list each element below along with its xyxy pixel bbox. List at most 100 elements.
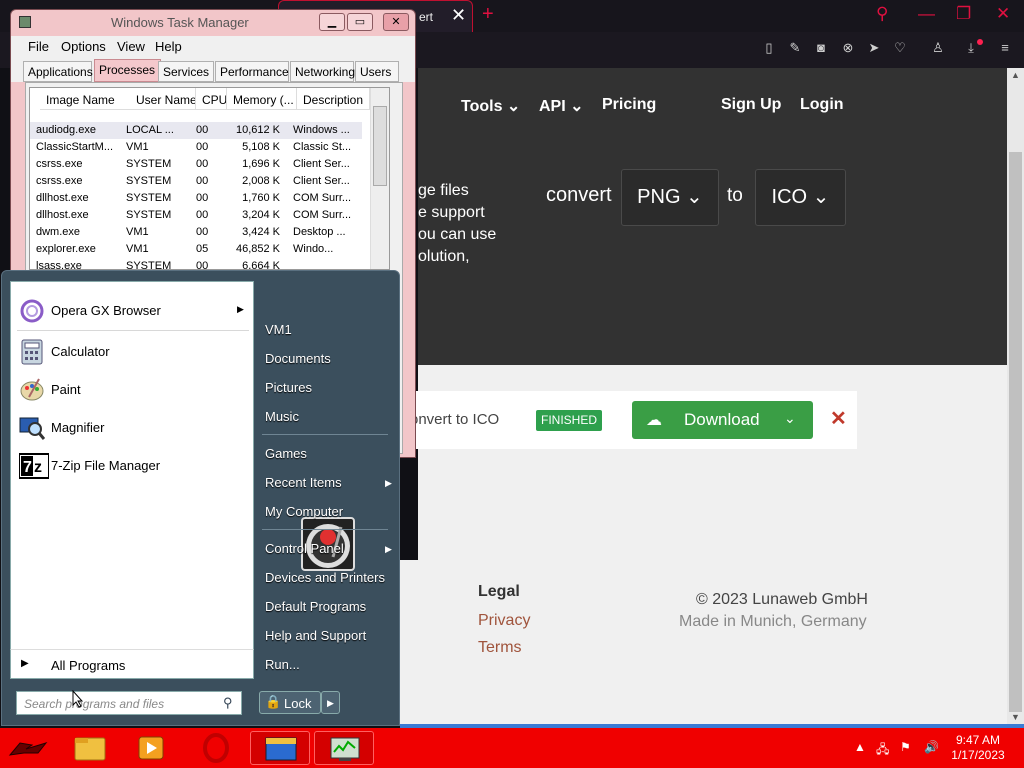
program-7zip[interactable]: 7z 7-Zip File Manager [11,449,253,483]
search-icon[interactable]: ⚲ [876,4,888,24]
table-row[interactable]: dllhost.exe SYSTEM 00 1,760 K COM Surr... [30,190,362,207]
separator [262,434,388,435]
menu-file[interactable]: File [28,39,49,54]
download-button[interactable]: ☁ Download ⌄ [632,401,813,439]
account-icon[interactable]: ♙ [930,40,946,56]
col-image-name[interactable]: Image Name [40,88,132,110]
taskbar-opera-gx[interactable] [186,731,246,765]
reader-icon[interactable]: ▯ [761,40,777,56]
right-item-default-programs[interactable]: Default Programs [265,599,366,614]
menu-icon[interactable]: ≡ [997,40,1013,56]
taskbar-explorer[interactable] [60,731,120,765]
program-opera-gx[interactable]: Opera GX Browser ▶ [11,294,253,328]
footer-link-privacy[interactable]: Privacy [478,612,530,630]
nav-pricing[interactable]: Pricing [602,96,656,114]
menu-view[interactable]: View [117,39,145,54]
tab-processes[interactable]: Processes [94,59,161,82]
close-button[interactable]: ✕ [383,13,409,31]
tab-networking[interactable]: Networking [290,61,355,82]
right-item-devices[interactable]: Devices and Printers [265,570,385,585]
camera-icon[interactable]: ◙ [813,40,829,56]
right-item-recent[interactable]: Recent Items [265,475,342,490]
table-cell: SYSTEM [126,192,172,204]
block-icon[interactable]: ⊗ [840,40,856,56]
chevron-down-icon[interactable]: ⌄ [784,410,796,427]
right-item-help[interactable]: Help and Support [265,628,366,643]
page-scrollbar[interactable]: ▲ ▼ [1007,68,1024,724]
table-row[interactable]: ClassicStartM... VM1 00 5,108 K Classic St..… [30,139,362,156]
taskbar-file-manager[interactable] [250,731,310,765]
right-item-control-panel[interactable]: Control Panel [265,541,344,556]
tab-services[interactable]: Services [158,61,214,82]
lock-button[interactable]: 🔒 Lock [259,691,321,714]
right-item-documents[interactable]: Documents [265,351,331,366]
footer-link-terms[interactable]: Terms [478,639,522,657]
program-magnifier[interactable]: Magnifier [11,411,253,445]
table-row[interactable]: lsass.exe SYSTEM 00 6,664 K [30,258,362,269]
send-icon[interactable]: ➤ [866,40,882,56]
show-hidden-icons[interactable]: ▲ [854,740,866,754]
network-icon[interactable]: 🖧 [876,740,889,761]
col-memory[interactable]: Memory (... [227,88,297,110]
table-row[interactable]: dllhost.exe SYSTEM 00 3,204 K COM Surr... [30,207,362,224]
search-icon[interactable]: ⚲ [223,695,233,711]
maximize-button[interactable]: ▭ [347,13,373,31]
scroll-up-icon[interactable]: ▲ [1011,70,1020,80]
all-programs[interactable]: ▶ All Programs [10,649,254,679]
right-item-computer[interactable]: My Computer [265,504,343,519]
volume-icon[interactable]: 🔊 [924,740,939,754]
edit-icon[interactable]: ✎ [787,40,803,56]
nav-login[interactable]: Login [800,96,844,114]
menu-options[interactable]: Options [61,39,106,54]
scroll-down-icon[interactable]: ▼ [1011,712,1020,722]
search-input[interactable]: Search programs and files ⚲ [16,691,242,715]
program-calculator[interactable]: Calculator [11,335,253,369]
from-format-select[interactable]: PNG ⌄ [621,169,719,226]
table-row[interactable]: dwm.exe VM1 00 3,424 K Desktop ... [30,224,362,241]
close-tab-icon[interactable]: ✕ [451,5,466,26]
to-format-select[interactable]: ICO ⌄ [755,169,846,226]
close-window-icon[interactable]: ✕ [996,4,1010,24]
right-item-run[interactable]: Run... [265,657,300,672]
heart-icon[interactable]: ♡ [892,40,908,56]
process-list-scrollbar[interactable] [370,88,389,269]
right-item-pictures[interactable]: Pictures [265,380,312,395]
table-cell: explorer.exe [36,243,96,255]
col-user-name[interactable]: User Name [130,88,196,110]
nav-tools[interactable]: Tools ⌄ [461,96,520,116]
minimize-icon[interactable]: — [918,4,935,24]
tab-performance[interactable]: Performance [215,61,289,82]
shutdown-options-button[interactable]: ▶ [321,691,340,714]
convert-label: convert [546,184,612,206]
table-row[interactable]: explorer.exe VM1 05 46,852 K Windo... [30,241,362,258]
right-item-games[interactable]: Games [265,446,307,461]
nav-signup[interactable]: Sign Up [721,96,781,114]
taskbar-task-manager[interactable] [314,731,374,765]
col-description[interactable]: Description [297,88,370,110]
minimize-button[interactable]: ▁ [319,13,345,31]
scroll-thumb[interactable] [1009,152,1022,712]
start-button[interactable] [2,731,56,765]
program-paint[interactable]: Paint [11,373,253,407]
table-row[interactable]: audiodg.exe LOCAL ... 00 10,612 K Windows ..… [30,122,362,139]
table-cell: Windo... [293,243,334,255]
tab-applications[interactable]: Applications [23,61,93,82]
restore-icon[interactable]: ❐ [956,4,971,24]
new-tab-icon[interactable]: + [482,3,494,26]
submenu-arrow-icon: ▶ [385,478,392,488]
clock[interactable]: 9:47 AM 1/17/2023 [950,733,1006,763]
scroll-thumb[interactable] [373,106,387,186]
process-list[interactable]: Image Name User Name CPU Memory (... Des… [29,87,390,270]
col-cpu[interactable]: CPU [196,88,227,110]
right-item-user[interactable]: VM1 [265,322,292,337]
right-item-music[interactable]: Music [265,409,299,424]
nav-api[interactable]: API ⌄ [539,96,584,116]
start-menu: Opera GX Browser ▶ Calculator Paint Magn… [1,270,400,726]
taskbar-media-player[interactable] [122,731,182,765]
remove-job-icon[interactable]: ✕ [830,406,847,431]
menu-help[interactable]: Help [155,39,182,54]
table-row[interactable]: csrss.exe SYSTEM 00 2,008 K Client Ser... [30,173,362,190]
table-row[interactable]: csrss.exe SYSTEM 00 1,696 K Client Ser... [30,156,362,173]
action-center-icon[interactable]: ⚑ [900,740,911,754]
tab-users[interactable]: Users [355,61,399,82]
